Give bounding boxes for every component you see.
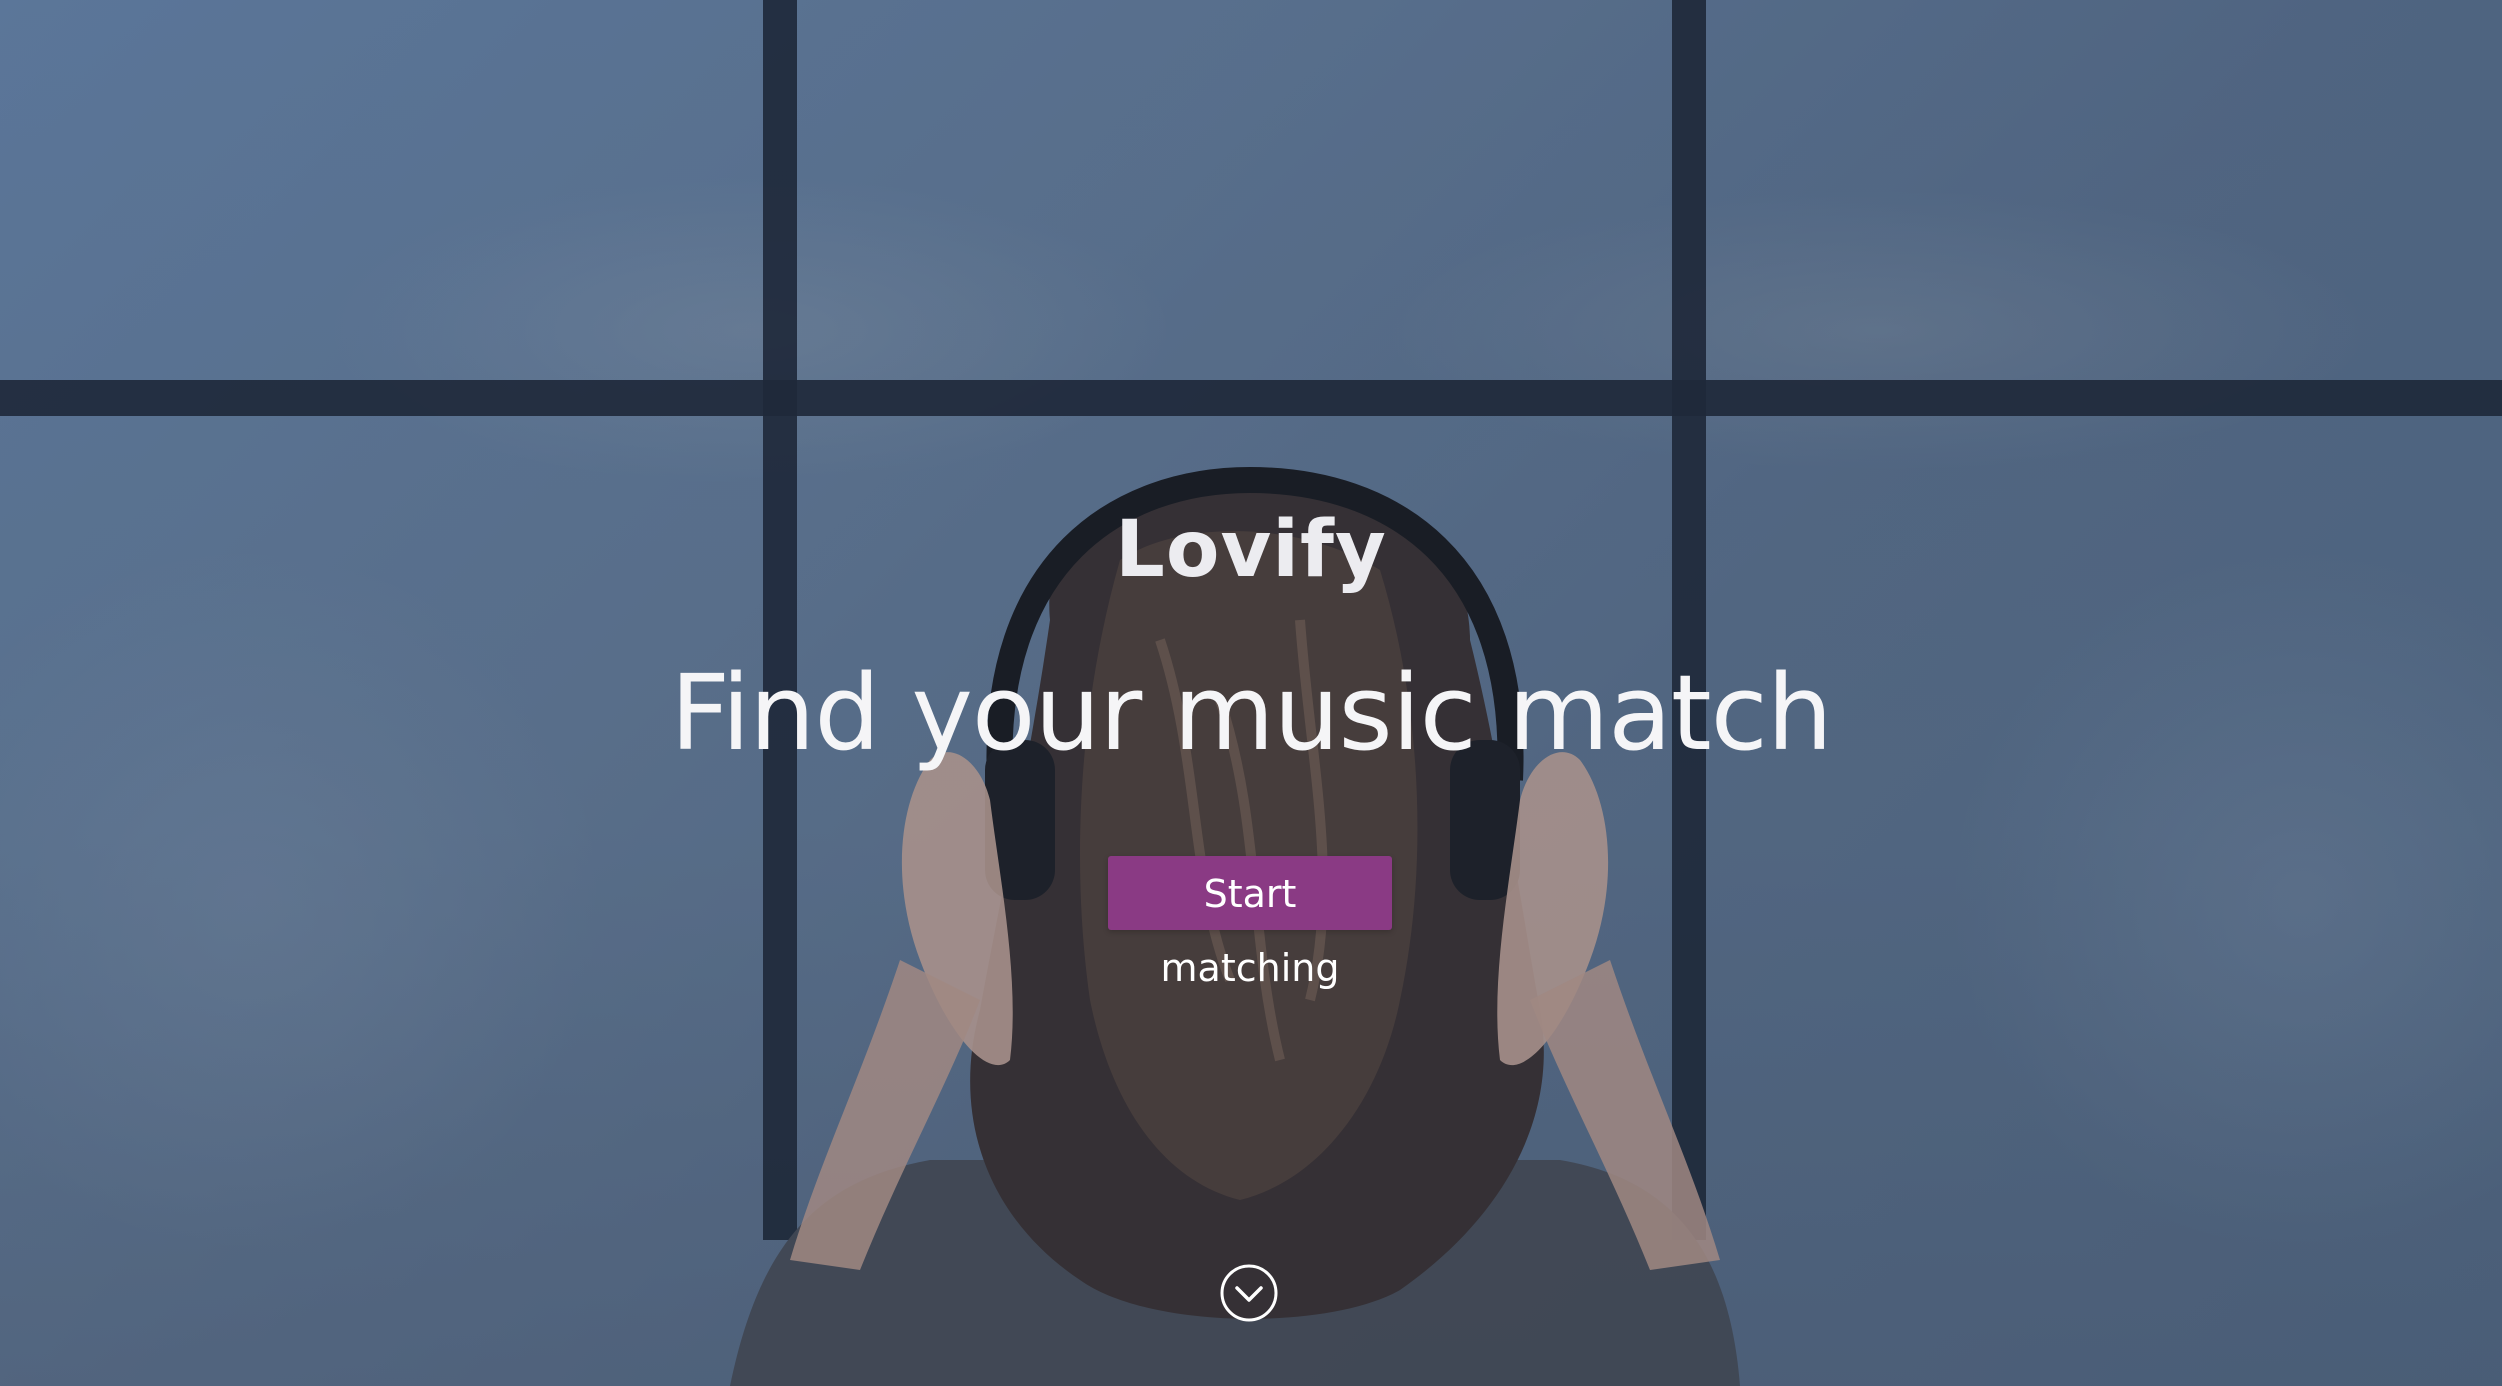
hero-content: Lovify Find your music match Start match… — [0, 0, 2502, 1386]
hero-section: Lovify Find your music match Start match… — [0, 0, 2502, 1386]
chevron-down-circle-icon[interactable] — [1219, 1263, 1279, 1323]
hero-headline: Find your music match — [670, 652, 1833, 774]
brand-logo[interactable]: Lovify — [0, 505, 2502, 595]
start-matching-button[interactable]: Start matching — [1108, 856, 1392, 990]
